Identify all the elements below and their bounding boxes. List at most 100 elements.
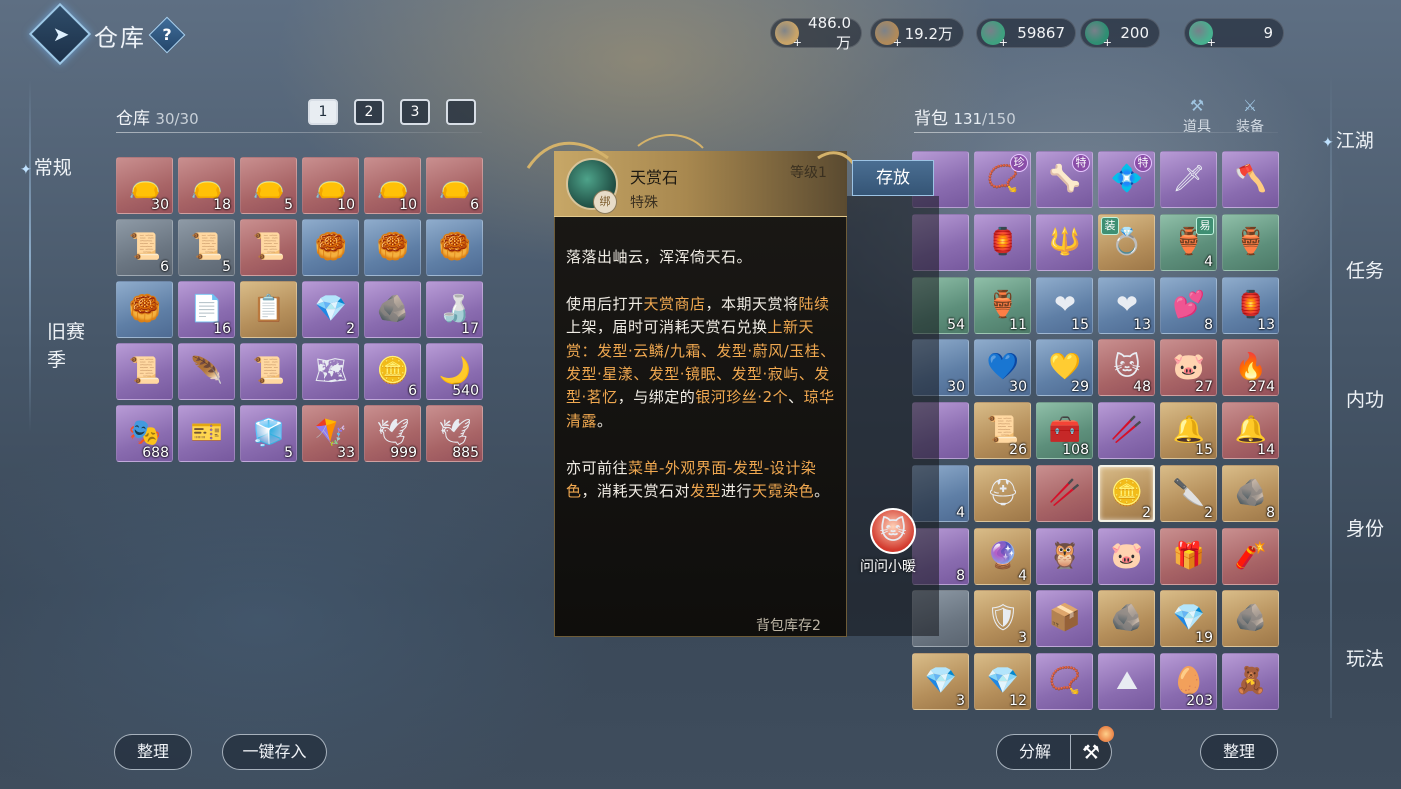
inventory-slot[interactable]: 🧰 108: [1036, 402, 1093, 460]
nav-tab-jianghu[interactable]: ✦ 江湖: [1322, 126, 1374, 153]
inventory-slot[interactable]: 🥢: [1098, 402, 1155, 460]
inventory-slot[interactable]: 🛡 3: [974, 590, 1031, 648]
inventory-slot[interactable]: 🔱: [1036, 213, 1093, 271]
inventory-slot[interactable]: 💎 19: [1160, 590, 1217, 648]
warehouse-sort-button[interactable]: 整理: [114, 734, 192, 770]
plus-icon[interactable]: +: [999, 37, 1008, 48]
inventory-slot[interactable]: 💎 12: [974, 653, 1031, 711]
inventory-slot[interactable]: 🪁 33: [302, 405, 359, 462]
inventory-slot[interactable]: 🔮 4: [974, 527, 1031, 585]
deposit-all-button[interactable]: 一键存入: [222, 734, 327, 770]
inventory-slot[interactable]: 🧊 5: [240, 405, 297, 462]
inventory-slot[interactable]: 📄 16: [178, 281, 235, 338]
inventory-slot[interactable]: 💙 30: [974, 339, 1031, 397]
inventory-slot[interactable]: 📜 5: [178, 219, 235, 276]
inventory-slot[interactable]: 🏮: [974, 213, 1031, 271]
inventory-slot[interactable]: 🗺: [302, 343, 359, 400]
inventory-slot[interactable]: 🦉: [1036, 527, 1093, 585]
currency-3[interactable]: +59867: [976, 18, 1076, 48]
inventory-slot[interactable]: 🍶 17: [426, 281, 483, 338]
inventory-slot[interactable]: 🏺: [1222, 213, 1279, 271]
inventory-slot[interactable]: 👝 6: [426, 157, 483, 214]
plus-icon[interactable]: +: [1103, 37, 1112, 48]
inventory-slot[interactable]: 🔥 274: [1222, 339, 1279, 397]
inventory-slot[interactable]: 🥮: [116, 281, 173, 338]
inventory-slot[interactable]: 💛 29: [1036, 339, 1093, 397]
inventory-slot[interactable]: 🧨: [1222, 527, 1279, 585]
inventory-slot[interactable]: 🪓: [1222, 151, 1279, 208]
currency-1[interactable]: +486.0万: [770, 14, 862, 52]
inventory-slot[interactable]: 👝 10: [364, 157, 421, 214]
inventory-slot[interactable]: 📜: [116, 343, 173, 400]
inventory-slot[interactable]: 🎁: [1160, 527, 1217, 585]
jade-currency-icon[interactable]: +: [981, 21, 1008, 48]
fox-mascot-icon[interactable]: 🐱: [870, 508, 916, 554]
nav-tab-gameplay[interactable]: 玩法: [1346, 644, 1384, 671]
inventory-slot[interactable]: 💎 3: [912, 653, 969, 711]
inventory-slot[interactable]: 🦴 特: [1036, 151, 1093, 208]
inventory-slot[interactable]: 🥚 203: [1160, 653, 1217, 711]
inventory-slot[interactable]: 🥮: [364, 219, 421, 276]
nav-tab-internal-skill[interactable]: 内功: [1346, 385, 1384, 412]
inventory-slot[interactable]: 💎 2: [302, 281, 359, 338]
warehouse-tab-4[interactable]: [446, 99, 476, 125]
tools-icon[interactable]: ⚒: [1177, 96, 1217, 116]
inventory-slot[interactable]: 🪨 8: [1222, 464, 1279, 522]
currency-5[interactable]: +9: [1184, 18, 1284, 48]
warehouse-tab-1[interactable]: 1: [308, 99, 338, 125]
nav-tab-old-season[interactable]: 旧赛 季: [47, 318, 85, 374]
inventory-slot[interactable]: 👝 5: [240, 157, 297, 214]
inventory-slot[interactable]: 🥢: [1036, 464, 1093, 522]
inventory-slot[interactable]: ⛑: [974, 464, 1031, 522]
inventory-slot[interactable]: 🎭 688: [116, 405, 173, 462]
inventory-slot[interactable]: 🐷: [1098, 527, 1155, 585]
inventory-slot[interactable]: 💍 装: [1098, 213, 1155, 271]
backpack-tab-tools[interactable]: 道具: [1177, 116, 1217, 136]
inventory-slot[interactable]: 🥮: [302, 219, 359, 276]
inventory-slot[interactable]: 🏮 13: [1222, 276, 1279, 334]
inventory-slot[interactable]: 🔔 15: [1160, 402, 1217, 460]
plus-icon[interactable]: +: [1207, 37, 1216, 48]
inventory-slot[interactable]: 📦: [1036, 590, 1093, 648]
inventory-slot[interactable]: 🕊 885: [426, 405, 483, 462]
inventory-slot[interactable]: 🏺 易 4: [1160, 213, 1217, 271]
inventory-slot[interactable]: 🥮: [426, 219, 483, 276]
inventory-slot[interactable]: 📋: [240, 281, 297, 338]
inventory-slot[interactable]: 🕊 999: [364, 405, 421, 462]
inventory-slot[interactable]: 🧸: [1222, 653, 1279, 711]
inventory-slot[interactable]: 💠 特: [1098, 151, 1155, 208]
nav-tab-identity[interactable]: 身份: [1346, 514, 1384, 541]
plus-icon[interactable]: +: [793, 37, 802, 48]
decompose-button[interactable]: 分解: [996, 734, 1074, 770]
inventory-slot[interactable]: 📿: [1036, 653, 1093, 711]
inventory-slot[interactable]: 🪨: [1222, 590, 1279, 648]
inventory-slot[interactable]: 👝 30: [116, 157, 173, 214]
inventory-slot[interactable]: 🪙 6: [364, 343, 421, 400]
inventory-slot[interactable]: 👝 18: [178, 157, 235, 214]
coin-currency-icon[interactable]: +: [875, 21, 902, 48]
help-glyph[interactable]: ?: [154, 22, 180, 48]
inventory-slot[interactable]: ⛰: [1098, 653, 1155, 711]
nav-tab-tasks[interactable]: 任务: [1346, 256, 1384, 283]
inventory-slot[interactable]: 💕 8: [1160, 276, 1217, 334]
store-button[interactable]: 存放: [852, 160, 934, 196]
helper-label[interactable]: 问问小暖: [860, 556, 916, 576]
equipment-icon[interactable]: ⚔: [1230, 96, 1270, 116]
inventory-slot[interactable]: 🔔 14: [1222, 402, 1279, 460]
inventory-slot[interactable]: 🔪 2: [1160, 464, 1217, 522]
inventory-slot[interactable]: 🪨: [364, 281, 421, 338]
scroll-currency-icon[interactable]: +: [775, 21, 802, 48]
inventory-slot[interactable]: 👝 10: [302, 157, 359, 214]
backpack-sort-button[interactable]: 整理: [1200, 734, 1278, 770]
inventory-slot[interactable]: 📜: [240, 343, 297, 400]
inventory-slot[interactable]: 🪨: [1098, 590, 1155, 648]
currency-2[interactable]: +19.2万: [870, 18, 964, 48]
currency-4[interactable]: +200: [1080, 18, 1160, 48]
inventory-slot[interactable]: 🏺 11: [974, 276, 1031, 334]
inventory-slot[interactable]: 📜 26: [974, 402, 1031, 460]
inventory-slot[interactable]: 📿 珍: [974, 151, 1031, 208]
inventory-slot[interactable]: 📜: [240, 219, 297, 276]
inventory-slot[interactable]: ❤ 15: [1036, 276, 1093, 334]
nav-tab-regular[interactable]: ✦ 常规: [20, 154, 72, 184]
inventory-slot[interactable]: 🪶: [178, 343, 235, 400]
